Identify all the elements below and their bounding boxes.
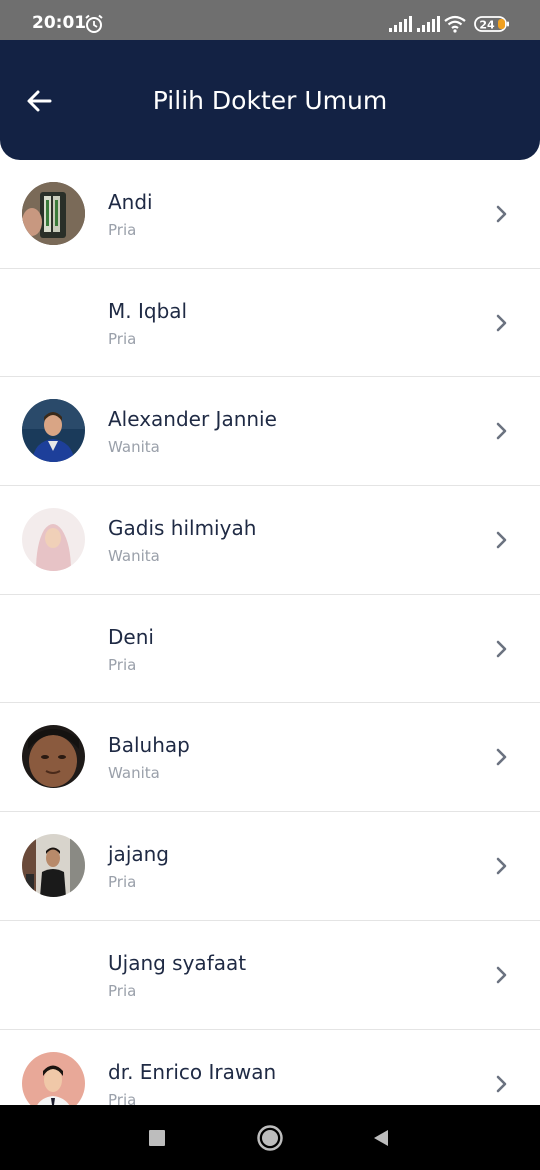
doctor-name: Ujang syafaat [108, 950, 247, 975]
alarm-icon [84, 12, 104, 36]
recents-square-icon [149, 1130, 165, 1146]
system-back-button[interactable] [367, 1124, 395, 1152]
doctor-avatar [22, 399, 85, 463]
doctor-list-item[interactable]: Ujang syafaat Pria [0, 921, 540, 1030]
signal-icon [416, 12, 440, 36]
doctor-name: Andi [108, 190, 153, 214]
chevron-right-icon [496, 1075, 507, 1092]
doctor-list-item[interactable]: Andi Pria [0, 160, 540, 269]
doctor-avatar [22, 508, 85, 572]
back-triangle-icon [374, 1130, 388, 1146]
chevron-right-icon [496, 966, 507, 984]
doctor-gender: Pria [108, 1090, 137, 1106]
app-bar: Pilih Dokter Umum [0, 40, 540, 160]
doctor-avatar [22, 834, 85, 898]
chevron-right-icon [496, 640, 507, 658]
doctor-avatar [22, 1051, 85, 1105]
doctor-list-item[interactable]: M. Iqbal Pria [0, 269, 540, 378]
doctor-gender: Pria [108, 981, 137, 1000]
battery-icon: 24 [474, 12, 510, 36]
doctor-list: Andi Pria M. Iqbal Pria Alexander Jannie… [0, 160, 540, 1105]
chevron-right-icon [496, 205, 507, 223]
chevron-right-icon [496, 531, 507, 549]
doctor-list-item[interactable]: Alexander Jannie Wanita [0, 377, 540, 487]
home-button[interactable] [256, 1124, 284, 1152]
doctor-gender: Pria [108, 329, 137, 348]
doctor-avatar [22, 725, 85, 789]
doctor-name: dr. Enrico Irawan [108, 1059, 277, 1084]
doctor-list-item[interactable]: Baluhap Wanita [0, 703, 540, 813]
doctor-name: Gadis hilmiyah [108, 516, 257, 541]
doctor-gender: Pria [108, 655, 137, 674]
doctor-name: Alexander Jannie [108, 407, 277, 432]
doctor-gender: Pria [108, 873, 137, 892]
chevron-right-icon [496, 749, 507, 766]
doctor-name: Deni [108, 624, 154, 649]
page-title: Pilih Dokter Umum [152, 86, 388, 115]
doctor-gender: Pria [108, 221, 137, 239]
battery-level: 24 [479, 19, 495, 32]
doctor-gender: Wanita [108, 547, 160, 566]
chevron-right-icon [496, 423, 507, 440]
doctor-avatar [22, 182, 85, 245]
chevron-right-icon [496, 314, 507, 331]
doctor-gender: Wanita [108, 764, 160, 783]
home-circle-icon [257, 1125, 283, 1151]
status-time: 20:01 [32, 13, 87, 33]
signal-icon [388, 12, 412, 36]
doctor-list-item[interactable]: dr. Enrico Irawan Pria [0, 1030, 540, 1106]
wifi-icon [444, 12, 466, 36]
navigation-bar [0, 1105, 540, 1170]
recents-button[interactable] [143, 1124, 171, 1152]
doctor-name: M. Iqbal [108, 298, 188, 323]
doctor-name: Baluhap [108, 733, 190, 758]
doctor-gender: Wanita [108, 438, 160, 457]
doctor-list-item[interactable]: Gadis hilmiyah Wanita [0, 486, 540, 595]
doctor-list-item[interactable]: jajang Pria [0, 812, 540, 921]
doctor-list-item[interactable]: Deni Pria [0, 595, 540, 704]
chevron-right-icon [496, 857, 507, 875]
doctor-name: jajang [108, 842, 169, 867]
